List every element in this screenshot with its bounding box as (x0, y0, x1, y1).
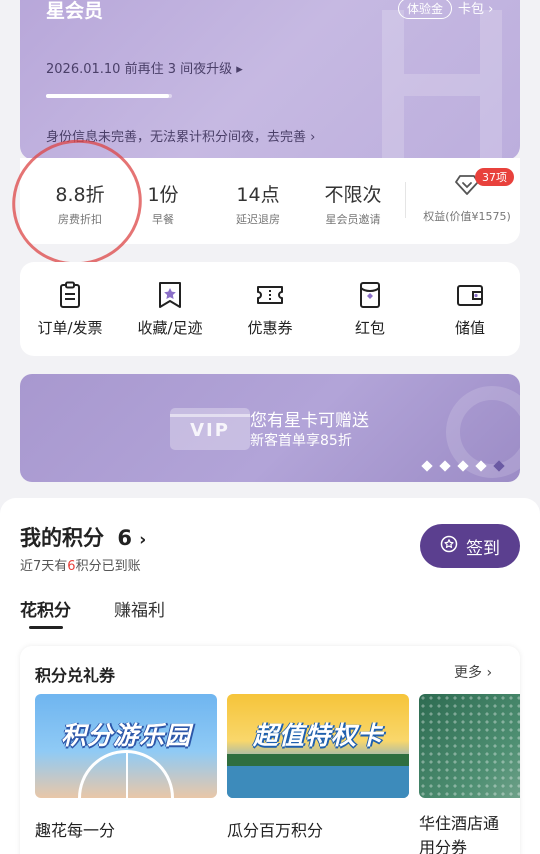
upgrade-progress-bar (46, 94, 172, 98)
coupon-card[interactable]: 积分游乐园 趣花每一分 (35, 694, 217, 841)
shortcut-label: 储值 (454, 319, 485, 337)
banner-headline: 您有星卡可赠送 (250, 411, 369, 431)
benefit-value: 1份 (147, 184, 179, 206)
coupon-image-title: 超值特权卡 (252, 721, 383, 750)
benefit-value: 14点 (236, 184, 280, 206)
badge-star-icon (440, 535, 458, 558)
benefit-label: 早餐 (152, 213, 174, 226)
coupon-image-title: 积分游乐园 (60, 721, 191, 750)
shortcut-grid: 订单/发票 收藏/足迹 优惠券 红包 储值 (20, 262, 520, 356)
card-wallet-link[interactable]: 卡包 › (458, 0, 493, 17)
shortcut-red-packet[interactable]: 红包 (320, 280, 420, 338)
member-level-title: 星会员 (46, 0, 104, 22)
carousel-dot-active[interactable] (493, 460, 505, 472)
sign-in-label: 签到 (466, 538, 500, 559)
coupon-name: 华住酒店通用分券 (419, 814, 500, 854)
coupon-card[interactable]: 超值特权卡 瓜分百万积分 (227, 694, 409, 841)
carousel-indicator (421, 460, 505, 472)
carousel-dot[interactable] (421, 460, 433, 472)
wallet-icon (455, 280, 485, 310)
rights-label: 权益(价值¥1575) (423, 210, 511, 223)
coupon-name: 瓜分百万积分 (227, 821, 324, 840)
points-sub-highlight: 6 (67, 559, 76, 574)
rights-count-badge: 37项 (475, 168, 514, 186)
benefit-label: 星会员邀请 (325, 213, 381, 226)
benefit-member-invite[interactable]: 不限次 星会员邀请 (318, 180, 388, 227)
vip-card-graphic: VIP (170, 408, 250, 450)
coupon-name: 趣花每一分 (35, 821, 116, 840)
points-title: 我的积分 (20, 526, 104, 550)
tab-spend-points[interactable]: 花积分 (20, 596, 71, 621)
coupon-image (419, 694, 520, 798)
hotel-facade-graphic (419, 694, 520, 798)
exchange-title: 积分兑礼券 (35, 666, 116, 685)
exchange-more-link[interactable]: 更多 › (454, 662, 492, 682)
carousel-dot[interactable] (439, 460, 451, 472)
points-recent-summary: 近7天有6积分已到账 (20, 555, 141, 574)
points-section: 我的积分 6 › 近7天有6积分已到账 签到 花积分 赚福利 积分兑礼券 更多 … (0, 498, 540, 854)
benefit-value: 不限次 (324, 184, 382, 206)
points-sub-prefix: 近7天有 (20, 559, 68, 574)
shortcut-label: 订单/发票 (37, 319, 103, 337)
carousel-dot[interactable] (475, 460, 487, 472)
coupon-card[interactable]: 华住酒店通用分券 (419, 694, 520, 854)
upgrade-progress-fill (46, 94, 170, 98)
shortcut-label: 优惠券 (247, 319, 293, 337)
coupon-image: 超值特权卡 (227, 694, 409, 798)
tab-earn-benefits[interactable]: 赚福利 (114, 596, 165, 621)
coupon-ticket-icon (255, 280, 285, 310)
shortcut-favorites[interactable]: 收藏/足迹 (120, 280, 220, 338)
lake-graphic (227, 766, 409, 798)
shortcut-coupons[interactable]: 优惠券 (220, 280, 320, 338)
sign-in-button[interactable]: 签到 (420, 524, 520, 568)
shortcut-label: 收藏/足迹 (137, 319, 203, 337)
points-sub-suffix: 积分已到账 (75, 559, 141, 574)
shortcut-label: 红包 (354, 319, 385, 337)
order-clipboard-icon (55, 280, 85, 310)
promo-banner[interactable]: VIP 您有星卡可赠送 新客首单享85折 (20, 374, 520, 482)
benefit-breakfast[interactable]: 1份 早餐 (138, 180, 188, 227)
bookmark-star-icon (155, 280, 185, 310)
points-value: 6 (117, 526, 132, 550)
coupon-image: 积分游乐园 (35, 694, 217, 798)
benefit-late-checkout[interactable]: 14点 延迟退房 (228, 180, 288, 227)
active-tab-indicator (29, 626, 63, 629)
red-packet-icon (355, 280, 385, 310)
ferris-wheel-graphic (78, 750, 174, 798)
carousel-dot[interactable] (457, 460, 469, 472)
benefit-label: 延迟退房 (236, 213, 280, 226)
chevron-right-icon: › (139, 530, 147, 550)
shortcut-orders[interactable]: 订单/发票 (20, 280, 120, 338)
banner-subline: 新客首单享85折 (250, 433, 352, 449)
upgrade-progress-text[interactable]: 2026.01.10 前再住 3 间夜升级 ▸ (46, 58, 243, 77)
shortcut-stored-value[interactable]: 储值 (420, 280, 520, 338)
hotel-logo-watermark (382, 10, 502, 160)
member-card[interactable]: 星会员 体验金 卡包 › 2026.01.10 前再住 3 间夜升级 ▸ 身份信… (20, 0, 520, 160)
points-exchange-panel: 积分兑礼券 更多 › 积分游乐园 趣花每一分 超值特权卡 瓜分百万积分 华住酒店… (20, 646, 520, 854)
trial-badge[interactable]: 体验金 (398, 0, 453, 19)
divider (405, 182, 406, 218)
points-header[interactable]: 我的积分 6 › (20, 522, 146, 552)
